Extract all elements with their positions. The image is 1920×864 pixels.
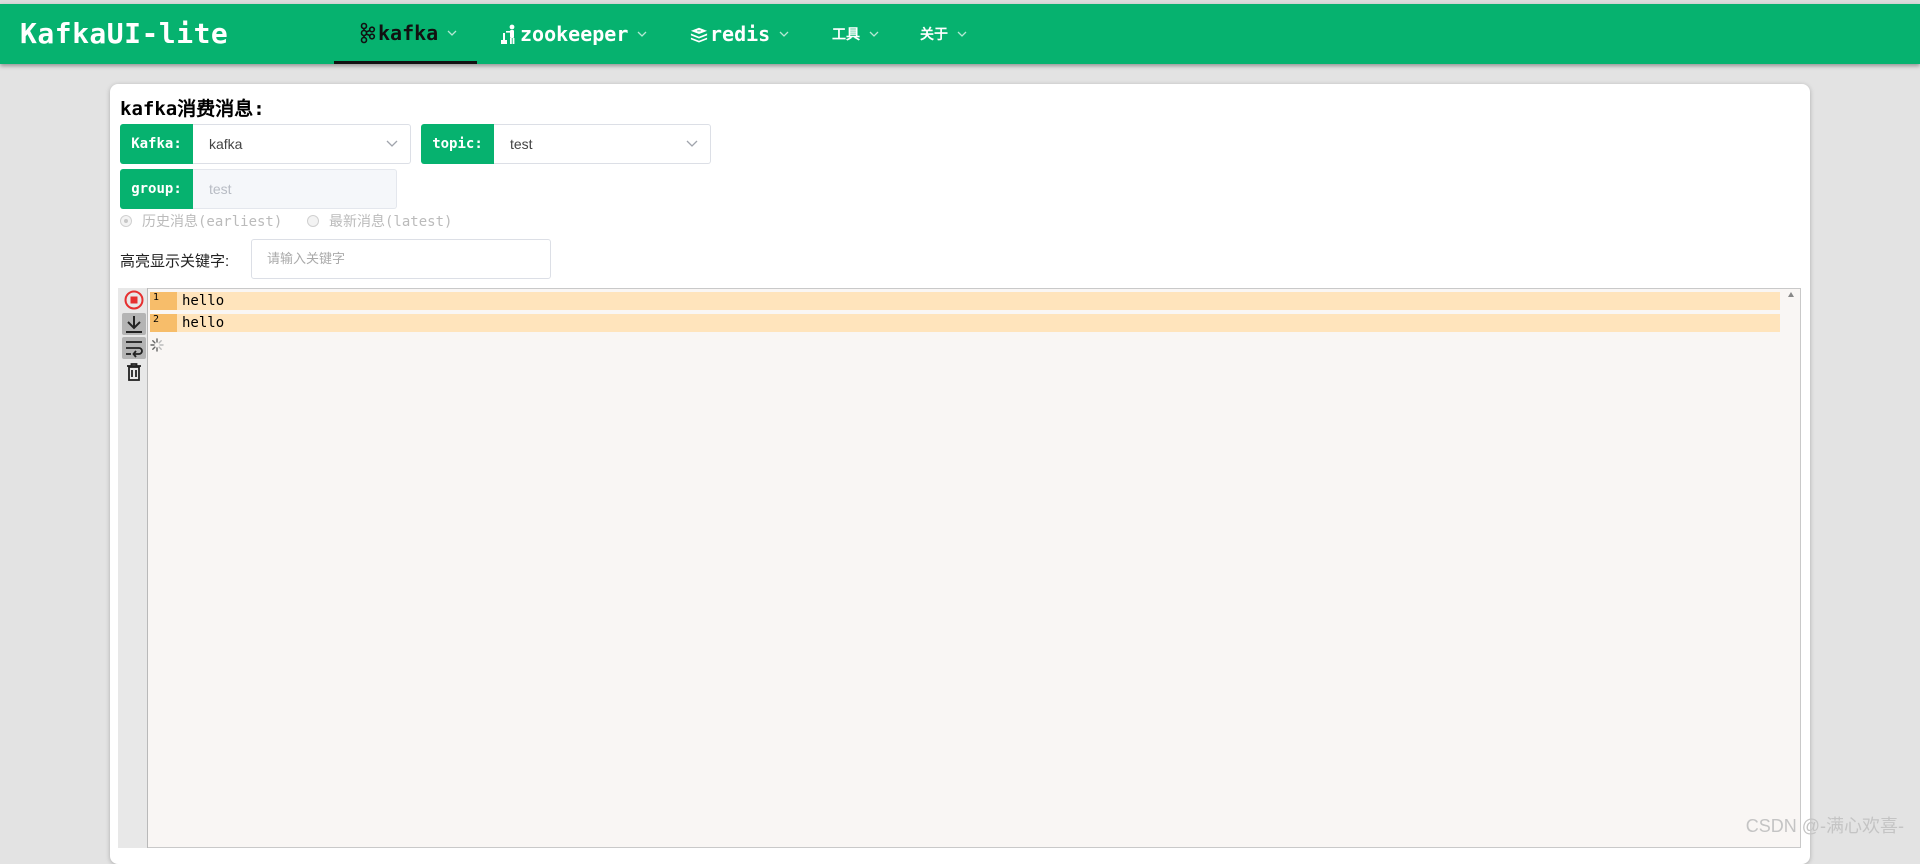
nav-about-label: 关于	[920, 26, 948, 42]
group-input: test	[193, 169, 397, 209]
watermark: CSDN @-满心欢喜-	[1745, 816, 1904, 836]
nav-tools-label: 工具	[832, 26, 860, 42]
radio-earliest-label: 历史消息(earliest)	[142, 214, 283, 230]
group-input-value: test	[209, 181, 232, 197]
nav-kafka-label: kafka	[378, 20, 439, 45]
highlight-input[interactable]	[252, 240, 537, 276]
scroll-up-icon[interactable]	[1787, 291, 1795, 299]
nav-redis-label: redis	[710, 22, 771, 46]
chevron-down-icon	[386, 140, 398, 147]
log-line: 2 hello	[150, 314, 1780, 332]
trash-icon	[127, 363, 141, 381]
nav-redis[interactable]: redis	[690, 4, 800, 64]
kafka-label: Kafka:	[120, 124, 193, 164]
radio-earliest: 历史消息(earliest)	[120, 211, 282, 231]
radio-latest-label: 最新消息(latest)	[329, 214, 453, 230]
nav-tools[interactable]: 工具	[832, 4, 892, 64]
topic-select-value: test	[510, 136, 533, 152]
kafka-select[interactable]: kafka	[193, 124, 411, 164]
wrap-icon	[126, 341, 143, 358]
nav-kafka[interactable]: kafka	[334, 4, 477, 64]
log-line: 1 hello	[150, 292, 1780, 310]
topic-label: topic:	[421, 124, 494, 164]
scroll-bottom-icon	[126, 316, 142, 333]
loading-spinner-icon	[150, 338, 164, 352]
stop-icon	[124, 290, 144, 310]
chevron-down-icon	[637, 31, 647, 37]
nav-zookeeper-label: zookeeper	[520, 22, 629, 46]
line-text: hello	[182, 315, 225, 331]
navbar: KafkaUI-lite kafka zookeeper redis 工具 关于	[0, 4, 1920, 64]
radio-dot	[120, 215, 132, 227]
nav-zookeeper[interactable]: zookeeper	[500, 4, 650, 64]
clear-button[interactable]	[122, 361, 146, 383]
nav-about[interactable]: 关于	[920, 4, 980, 64]
scroll-bottom-button[interactable]	[122, 313, 146, 335]
wrap-button[interactable]	[122, 337, 146, 359]
message-console	[118, 288, 1801, 848]
line-text: hello	[182, 293, 225, 309]
chevron-down-icon	[447, 30, 457, 36]
topic-select[interactable]: test	[494, 124, 711, 164]
chevron-down-icon	[869, 31, 879, 37]
redis-icon	[690, 23, 708, 45]
radio-dot	[307, 215, 319, 227]
group-label: group:	[120, 169, 193, 209]
line-number: 1	[150, 292, 177, 310]
app-brand[interactable]: KafkaUI-lite	[20, 4, 228, 64]
chevron-down-icon	[957, 31, 967, 37]
page-title: kafka消费消息:	[120, 98, 265, 120]
console-toolbar	[118, 288, 148, 848]
kafka-icon	[358, 22, 376, 44]
kafka-select-value: kafka	[209, 136, 243, 152]
stop-button[interactable]	[122, 289, 146, 311]
radio-latest: 最新消息(latest)	[307, 211, 452, 231]
highlight-label: 高亮显示关键字:	[120, 253, 230, 270]
highlight-input-box	[251, 239, 551, 279]
line-number: 2	[150, 314, 177, 332]
chevron-down-icon	[779, 31, 789, 37]
zookeeper-icon	[500, 23, 518, 45]
chevron-down-icon	[686, 140, 698, 147]
